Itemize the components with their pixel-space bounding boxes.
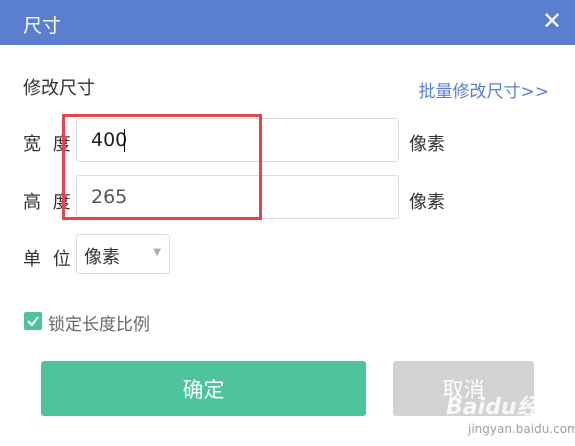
height-unit: 像素: [409, 192, 445, 213]
width-input-value: 400: [91, 129, 128, 151]
watermark-url: jingyan.baidu.com: [468, 422, 575, 436]
text-caret: [124, 129, 125, 152]
height-label: 高 度: [23, 192, 74, 213]
height-input[interactable]: 265: [76, 175, 399, 219]
unit-label: 单 位: [23, 249, 74, 270]
dialog-title: 尺寸: [23, 15, 62, 37]
unit-select-value: 像素: [84, 247, 120, 268]
chevron-down-icon: ▼: [153, 247, 161, 258]
width-input[interactable]: 400: [76, 118, 399, 162]
lock-ratio-label: 锁定长度比例: [48, 315, 150, 335]
close-icon[interactable]: ✕: [539, 8, 565, 34]
batch-resize-link[interactable]: 批量修改尺寸>>: [419, 77, 550, 102]
dialog-title-bar: 尺寸 ✕: [0, 0, 575, 45]
unit-select[interactable]: 像素 ▼: [76, 234, 170, 274]
lock-ratio-checkbox[interactable]: [24, 312, 42, 330]
watermark-brand: Baidu经验: [446, 395, 561, 420]
width-unit: 像素: [409, 134, 445, 155]
section-title: 修改尺寸: [23, 78, 95, 99]
ok-button[interactable]: 确定: [41, 361, 366, 416]
checkmark-icon: [27, 316, 39, 327]
height-input-value: 265: [91, 186, 128, 208]
width-label: 宽 度: [23, 134, 74, 155]
